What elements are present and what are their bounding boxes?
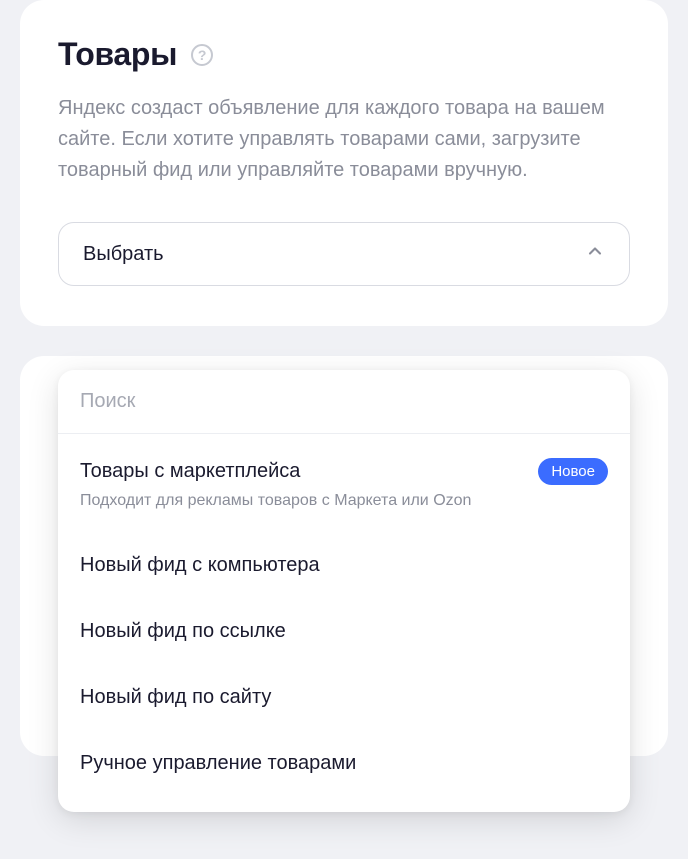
source-dropdown: Товары с маркетплейса Подходит для рекла…	[58, 370, 630, 812]
new-badge: Новое	[538, 458, 608, 485]
description-text: Яндекс создаст объявление для каждого то…	[58, 93, 630, 186]
option-label: Новый фид по сайту	[80, 684, 608, 710]
select-value: Выбрать	[83, 243, 164, 266]
option-label: Новый фид с компьютера	[80, 552, 608, 578]
option-sublabel: Подходит для рекламы товаров с Маркета и…	[80, 490, 522, 512]
chevron-up-icon	[585, 241, 605, 267]
title-row: Товары ?	[58, 36, 630, 73]
option-text: Новый фид по сайту	[80, 684, 608, 710]
source-select[interactable]: Выбрать	[58, 222, 630, 286]
search-row	[58, 370, 630, 434]
option-label: Ручное управление товарами	[80, 750, 608, 776]
search-input[interactable]	[80, 390, 608, 413]
option-feed-site[interactable]: Новый фид по сайту	[58, 664, 630, 730]
option-feed-link[interactable]: Новый фид по ссылке	[58, 598, 630, 664]
option-manual[interactable]: Ручное управление товарами	[58, 730, 630, 796]
option-text: Ручное управление товарами	[80, 750, 608, 776]
products-card: Товары ? Яндекс создаст объявление для к…	[20, 0, 668, 326]
option-text: Товары с маркетплейса Подходит для рекла…	[80, 458, 522, 512]
help-icon[interactable]: ?	[191, 44, 213, 66]
options-list: Товары с маркетплейса Подходит для рекла…	[58, 434, 630, 812]
option-feed-computer[interactable]: Новый фид с компьютера	[58, 532, 630, 598]
option-text: Новый фид с компьютера	[80, 552, 608, 578]
option-text: Новый фид по ссылке	[80, 618, 608, 644]
option-label: Новый фид по ссылке	[80, 618, 608, 644]
option-marketplace[interactable]: Товары с маркетплейса Подходит для рекла…	[58, 438, 630, 532]
page-title: Товары	[58, 36, 177, 73]
option-label: Товары с маркетплейса	[80, 458, 522, 484]
